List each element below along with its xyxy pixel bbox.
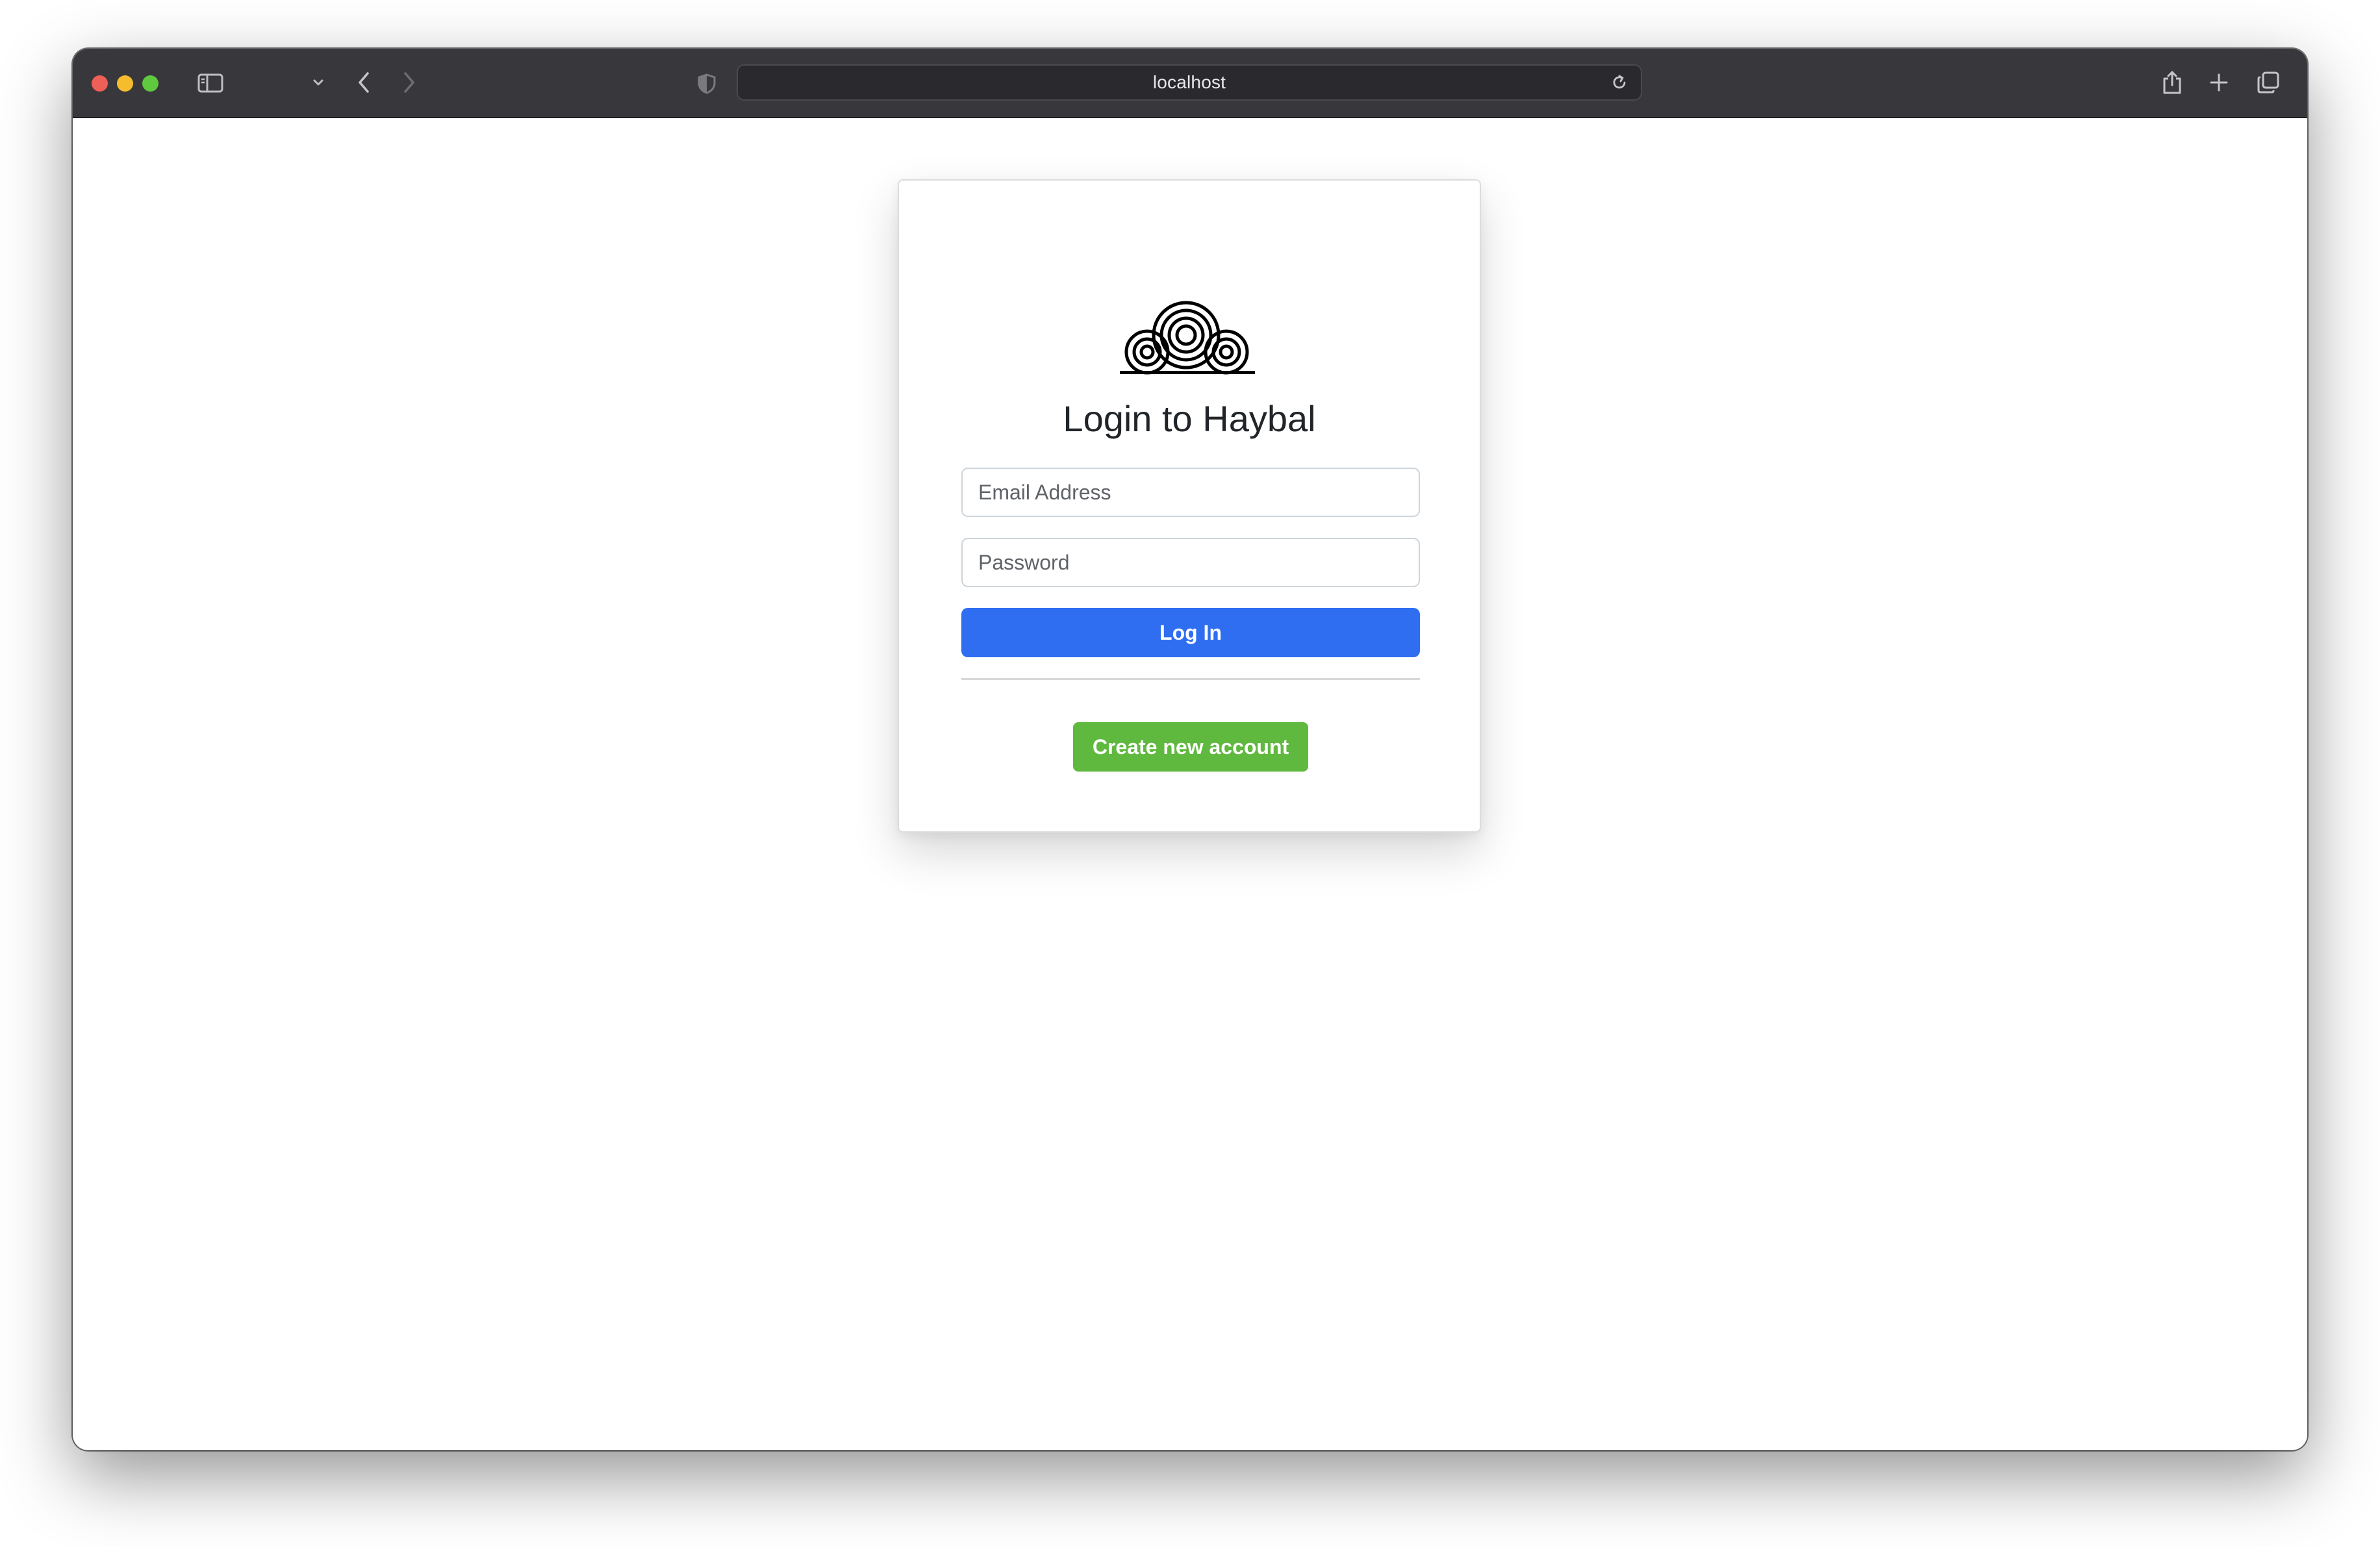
page-content: Login to Haybal Log In Create new accoun…	[73, 118, 2307, 1450]
login-button[interactable]: Log In	[961, 608, 1420, 657]
tab-overview-icon[interactable]	[2255, 69, 2281, 95]
page-title: Login to Haybal	[1063, 398, 1316, 439]
hay-bale-logo-icon	[1120, 299, 1255, 375]
plus-icon[interactable]	[2206, 69, 2232, 95]
login-card: Login to Haybal Log In Create new accoun…	[898, 179, 1481, 833]
zoom-window-button[interactable]	[142, 75, 158, 92]
divider	[961, 678, 1420, 680]
browser-toolbar: localhost	[73, 49, 2307, 118]
reload-icon[interactable]	[1608, 71, 1630, 94]
close-window-button[interactable]	[92, 75, 108, 92]
email-input[interactable]	[961, 468, 1420, 517]
sidebar-icon[interactable]	[197, 69, 224, 97]
browser-window: localhost Login to Haybal Email Address …	[73, 49, 2307, 1450]
address-bar[interactable]: localhost	[737, 64, 1642, 101]
back-icon[interactable]	[351, 69, 377, 95]
password-input[interactable]	[961, 538, 1420, 587]
url-text: localhost	[1152, 72, 1226, 92]
share-icon[interactable]	[2158, 67, 2186, 98]
forward-icon[interactable]	[396, 69, 422, 95]
shield-icon[interactable]	[694, 71, 720, 97]
create-account-button[interactable]: Create new account	[1073, 722, 1308, 772]
chevron-down-icon[interactable]	[310, 75, 326, 90]
minimize-window-button[interactable]	[117, 75, 133, 92]
